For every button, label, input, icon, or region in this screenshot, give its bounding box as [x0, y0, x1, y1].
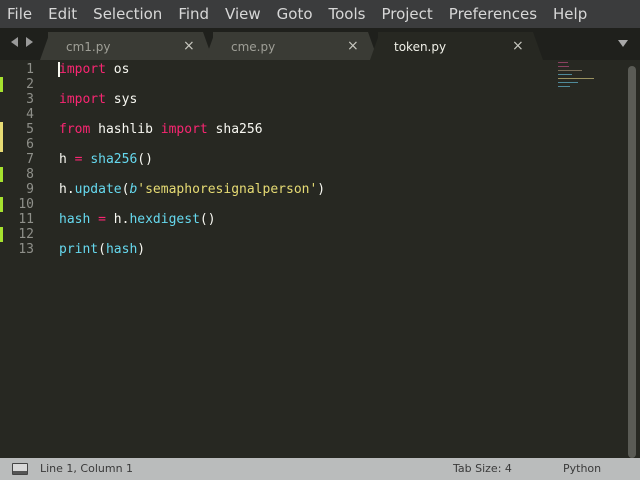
tab-cme[interactable]: cme.py ×: [205, 32, 378, 60]
tab-edge-left: [370, 32, 380, 60]
menu-goto[interactable]: Goto: [269, 0, 321, 28]
tab-label: cm1.py: [66, 40, 111, 54]
arrow-left-icon[interactable]: [11, 37, 18, 47]
code-line: 8: [0, 167, 560, 182]
code-text: import os: [59, 62, 130, 77]
minimap-line: [558, 78, 594, 79]
code-line: 4: [0, 107, 560, 122]
menu-project[interactable]: Project: [373, 0, 440, 28]
line-number: 13: [18, 242, 34, 257]
code-text: hash = h.hexdigest(): [59, 212, 216, 227]
text-cursor: [58, 62, 60, 77]
line-number: 1: [26, 62, 34, 77]
line-number: 2: [26, 77, 34, 92]
code-line: 7 h = sha256(): [0, 152, 560, 167]
status-bar: Line 1, Column 1 Tab Size: 4 Python: [0, 458, 640, 480]
chevron-down-icon[interactable]: [618, 40, 628, 47]
close-icon[interactable]: ×: [183, 38, 195, 54]
minimap-line: [558, 86, 570, 87]
minimap-line: [558, 62, 568, 63]
minimap[interactable]: [556, 62, 596, 92]
menu-view[interactable]: View: [217, 0, 269, 28]
menu-preferences[interactable]: Preferences: [441, 0, 545, 28]
tab-edge-right: [533, 32, 543, 60]
minimap-line: [558, 74, 572, 75]
tab-bar: cm1.py × cme.py × token.py ×: [0, 28, 640, 60]
code-line: 1 import os: [0, 62, 560, 77]
code-line: 5 from hashlib import sha256: [0, 122, 560, 137]
arrow-right-icon[interactable]: [26, 37, 33, 47]
panel-toggle-icon[interactable]: [12, 463, 28, 475]
cursor-position[interactable]: Line 1, Column 1: [40, 462, 133, 475]
line-number: 7: [26, 152, 34, 167]
code-text: from hashlib import sha256: [59, 122, 263, 137]
code-line: 9 h.update(b'semaphoresignalperson'): [0, 182, 560, 197]
code-line: 12: [0, 227, 560, 242]
menu-tools[interactable]: Tools: [321, 0, 374, 28]
menu-bar: File Edit Selection Find View Goto Tools…: [0, 0, 640, 28]
tab-size[interactable]: Tab Size: 4: [453, 462, 512, 475]
code-text: h.update(b'semaphoresignalperson'): [59, 182, 326, 197]
line-number: 10: [18, 197, 34, 212]
line-number: 11: [18, 212, 34, 227]
line-number: 8: [26, 167, 34, 182]
tab-label: token.py: [394, 40, 447, 54]
code-text: print(hash): [59, 242, 146, 257]
code-line: 10: [0, 197, 560, 212]
vertical-scrollbar[interactable]: [628, 66, 636, 458]
code-editor[interactable]: 1 import os 2 3 import sys 4 5 from hash…: [0, 60, 640, 458]
menu-edit[interactable]: Edit: [40, 0, 85, 28]
tab-edge-left: [40, 32, 50, 60]
code-text: import sys: [59, 92, 138, 107]
tab-token[interactable]: token.py ×: [370, 32, 543, 60]
code-line: 2: [0, 77, 560, 92]
line-number: 5: [26, 122, 34, 137]
line-number: 12: [18, 227, 34, 242]
close-icon[interactable]: ×: [347, 38, 359, 54]
code-line: 3 import sys: [0, 92, 560, 107]
code-text: h = sha256(): [59, 152, 153, 167]
code-line: 11 hash = h.hexdigest(): [0, 212, 560, 227]
code-line: 6: [0, 137, 560, 152]
minimap-line: [558, 70, 582, 71]
line-number: 9: [26, 182, 34, 197]
line-number: 3: [26, 92, 34, 107]
menu-selection[interactable]: Selection: [85, 0, 170, 28]
close-icon[interactable]: ×: [512, 38, 524, 54]
line-number: 4: [26, 107, 34, 122]
menu-file[interactable]: File: [0, 0, 40, 28]
syntax-selector[interactable]: Python: [563, 462, 601, 475]
menu-help[interactable]: Help: [545, 0, 595, 28]
menu-find[interactable]: Find: [170, 0, 217, 28]
tab-cm1[interactable]: cm1.py ×: [40, 32, 213, 60]
tab-edge-left: [205, 32, 215, 60]
line-number: 6: [26, 137, 34, 152]
code-line: 13 print(hash): [0, 242, 560, 257]
tab-label: cme.py: [231, 40, 276, 54]
minimap-line: [558, 82, 578, 83]
minimap-line: [558, 66, 569, 67]
